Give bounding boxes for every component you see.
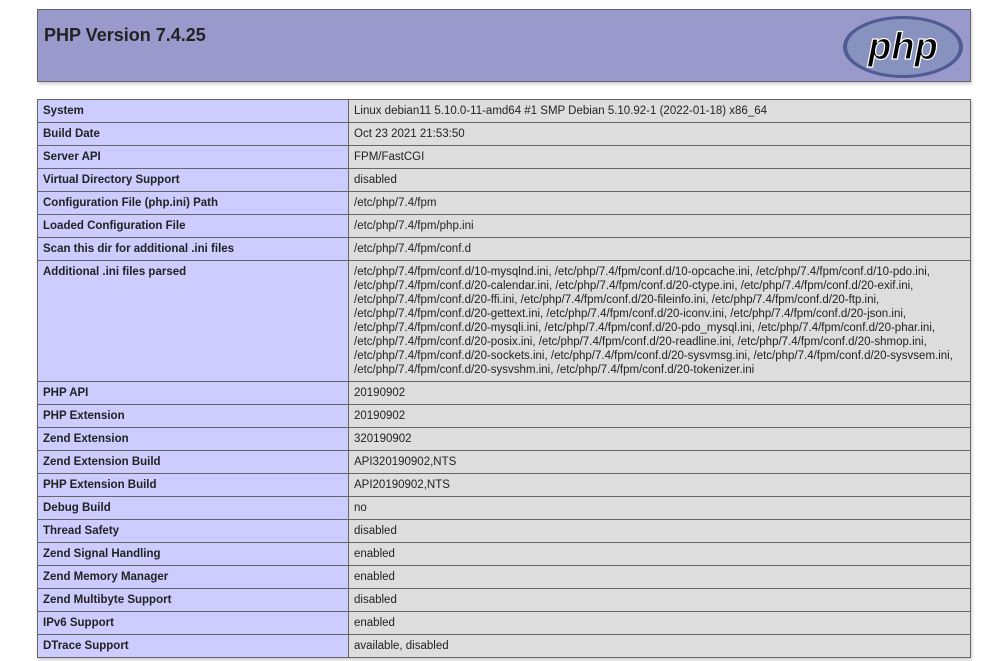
table-row: Configuration File (php.ini) Path/etc/ph… bbox=[37, 191, 971, 215]
row-value: API20190902,NTS bbox=[348, 473, 971, 497]
row-value: 20190902 bbox=[348, 404, 971, 428]
row-label: PHP Extension bbox=[37, 404, 349, 428]
table-row: Zend Extension 320190902 bbox=[37, 427, 971, 451]
table-row: IPv6 Support enabled bbox=[37, 611, 971, 635]
row-value: enabled bbox=[348, 565, 971, 589]
phpinfo-container: PHP Version 7.4.25 php System Linux debia… bbox=[37, 9, 971, 658]
row-label: Zend Signal Handling bbox=[37, 542, 349, 566]
row-value: enabled bbox=[348, 611, 971, 635]
table-row: Loaded Configuration File/etc/php/7.4/fp… bbox=[37, 214, 971, 238]
row-value: available, disabled bbox=[348, 634, 971, 658]
row-label: Thread Safety bbox=[37, 519, 349, 543]
table-row: PHP API 20190902 bbox=[37, 381, 971, 405]
row-value: FPM/FastCGI bbox=[348, 145, 971, 169]
row-label: Debug Build bbox=[37, 496, 349, 520]
row-value: /etc/php/7.4/fpm/php.ini bbox=[348, 214, 971, 238]
row-label: Zend Multibyte Support bbox=[37, 588, 349, 612]
row-label: Virtual Directory Support bbox=[37, 168, 349, 192]
system-info-table: System Linux debian11 5.10.0-11-amd64 #1 … bbox=[37, 99, 971, 658]
row-label: Additional .ini files parsed bbox=[37, 260, 349, 382]
table-row: Additional .ini files parsed/etc/php/7.4… bbox=[37, 260, 971, 382]
table-row: Zend Memory Manager enabled bbox=[37, 565, 971, 589]
row-value: /etc/php/7.4/fpm bbox=[348, 191, 971, 215]
row-value: disabled bbox=[348, 588, 971, 612]
row-label: System bbox=[37, 99, 349, 123]
table-row: Build Date Oct 23 2021 21:53:50 bbox=[37, 122, 971, 146]
row-label: Loaded Configuration File bbox=[37, 214, 349, 238]
row-value: Oct 23 2021 21:53:50 bbox=[348, 122, 971, 146]
row-label: Zend Extension Build bbox=[37, 450, 349, 474]
row-value: enabled bbox=[348, 542, 971, 566]
table-row: PHP Extension Build API20190902,NTS bbox=[37, 473, 971, 497]
row-value: Linux debian11 5.10.0-11-amd64 #1 SMP De… bbox=[348, 99, 971, 123]
row-label: DTrace Support bbox=[37, 634, 349, 658]
row-label: Scan this dir for additional .ini files bbox=[37, 237, 349, 261]
row-value: 20190902 bbox=[348, 381, 971, 405]
row-value: API320190902,NTS bbox=[348, 450, 971, 474]
row-value: /etc/php/7.4/fpm/conf.d bbox=[348, 237, 971, 261]
table-row: Zend Extension Build API320190902,NTS bbox=[37, 450, 971, 474]
table-row: Zend Multibyte Support disabled bbox=[37, 588, 971, 612]
page-title: PHP Version 7.4.25 bbox=[44, 25, 206, 45]
row-label: IPv6 Support bbox=[37, 611, 349, 635]
row-label: PHP Extension Build bbox=[37, 473, 349, 497]
table-row: DTrace Support available, disabled bbox=[37, 634, 971, 658]
php-version-header: PHP Version 7.4.25 php bbox=[37, 9, 971, 82]
row-value: disabled bbox=[348, 519, 971, 543]
table-row: PHP Extension 20190902 bbox=[37, 404, 971, 428]
row-label: Build Date bbox=[37, 122, 349, 146]
table-row: Debug Build no bbox=[37, 496, 971, 520]
row-value: 320190902 bbox=[348, 427, 971, 451]
svg-text:php: php bbox=[867, 26, 938, 68]
row-label: Zend Extension bbox=[37, 427, 349, 451]
row-value: /etc/php/7.4/fpm/conf.d/10-mysqlnd.ini, … bbox=[348, 260, 971, 382]
table-row: System Linux debian11 5.10.0-11-amd64 #1 … bbox=[37, 99, 971, 123]
row-label: Configuration File (php.ini) Path bbox=[37, 191, 349, 215]
table-row: Zend Signal Handling enabled bbox=[37, 542, 971, 566]
php-logo: php bbox=[843, 16, 963, 78]
table-row: Virtual Directory Support disabled bbox=[37, 168, 971, 192]
row-label: Zend Memory Manager bbox=[37, 565, 349, 589]
row-label: PHP API bbox=[37, 381, 349, 405]
table-row: Thread Safety disabled bbox=[37, 519, 971, 543]
row-label: Server API bbox=[37, 145, 349, 169]
row-value: disabled bbox=[348, 168, 971, 192]
table-row: Server API FPM/FastCGI bbox=[37, 145, 971, 169]
row-value: no bbox=[348, 496, 971, 520]
table-row: Scan this dir for additional .ini files /… bbox=[37, 237, 971, 261]
